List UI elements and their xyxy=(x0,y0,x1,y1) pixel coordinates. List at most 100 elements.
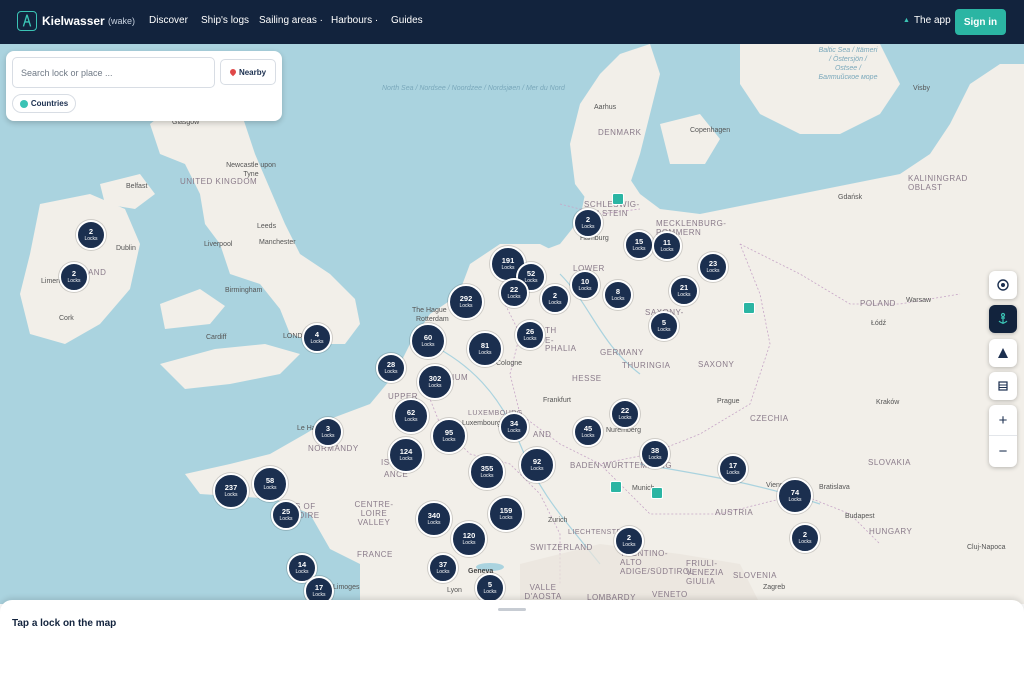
cluster-unit: Locks xyxy=(67,277,81,284)
country-label: SAXONY xyxy=(698,360,735,369)
lock-cluster[interactable]: 25 Locks xyxy=(271,500,301,530)
lock-cluster[interactable]: 340 Locks xyxy=(416,501,452,537)
cluster-unit: Locks xyxy=(648,454,662,461)
nearby-button[interactable]: Nearby xyxy=(220,59,276,85)
compass-logo-icon[interactable] xyxy=(17,11,37,31)
zoom-out-button[interactable]: − xyxy=(989,436,1017,467)
cluster-unit: Locks xyxy=(295,568,309,575)
lock-cluster[interactable]: 17 Locks xyxy=(718,454,748,484)
nav-harbours[interactable]: Harbours · xyxy=(331,15,378,26)
cluster-unit: Locks xyxy=(321,432,335,439)
lock-cluster[interactable]: 38 Locks xyxy=(640,439,670,469)
sheet-drag-handle[interactable] xyxy=(498,608,526,611)
city-label: Zagreb xyxy=(763,584,786,591)
lock-cluster[interactable]: 26 Locks xyxy=(515,320,545,350)
lock-cluster[interactable]: 22 Locks xyxy=(499,278,529,308)
search-input[interactable] xyxy=(12,57,215,88)
lock-cluster[interactable]: 74 Locks xyxy=(777,478,813,514)
city-label: Zurich xyxy=(548,517,568,524)
country-label: AUSTRIA xyxy=(715,508,754,517)
lock-cluster[interactable]: 22 Locks xyxy=(610,399,640,429)
lock-cluster[interactable]: 292 Locks xyxy=(448,284,484,320)
single-lock-marker[interactable] xyxy=(612,193,624,205)
city-label: Cork xyxy=(59,315,74,322)
city-label: Leeds xyxy=(257,223,277,230)
cluster-count: 120 xyxy=(462,531,476,541)
lock-cluster[interactable]: 37 Locks xyxy=(428,553,458,583)
lock-cluster[interactable]: 95 Locks xyxy=(431,418,467,454)
cluster-count: 25 xyxy=(281,507,291,517)
cluster-unit: Locks xyxy=(677,291,691,298)
lock-cluster[interactable]: 58 Locks xyxy=(252,466,288,502)
lock-cluster[interactable]: 120 Locks xyxy=(451,521,487,557)
app-link[interactable]: ▲ The app xyxy=(903,15,951,26)
cluster-unit: Locks xyxy=(404,416,418,423)
lock-cluster[interactable]: 2 Locks xyxy=(59,262,89,292)
lock-cluster[interactable]: 60 Locks xyxy=(410,323,446,359)
lock-cluster[interactable]: 8 Locks xyxy=(603,280,633,310)
nav-discover[interactable]: Discover xyxy=(149,15,188,26)
city-label: Łódź xyxy=(871,320,887,327)
cluster-unit: Locks xyxy=(436,568,450,575)
single-lock-marker[interactable] xyxy=(743,302,755,314)
countries-button[interactable]: Countries xyxy=(12,94,76,113)
city-label: Dublin xyxy=(116,245,136,252)
sign-in-button[interactable]: Sign in xyxy=(955,9,1006,35)
lock-cluster[interactable]: 62 Locks xyxy=(393,398,429,434)
sea-label-north: North Sea / Nordsee / Noordzee / Nordsjø… xyxy=(382,85,565,92)
nav-ships-logs[interactable]: Ship's logs xyxy=(201,15,249,26)
lock-cluster[interactable]: 124 Locks xyxy=(388,437,424,473)
lock-cluster[interactable]: 5 Locks xyxy=(649,311,679,341)
north-up-button[interactable] xyxy=(989,339,1017,367)
layers-button[interactable] xyxy=(989,372,1017,400)
single-lock-marker[interactable] xyxy=(610,481,622,493)
lock-cluster[interactable]: 2 Locks xyxy=(790,523,820,553)
cluster-unit: Locks xyxy=(224,491,238,498)
lock-cluster[interactable]: 21 Locks xyxy=(669,276,699,306)
lock-cluster[interactable]: 10 Locks xyxy=(570,270,600,300)
lock-cluster[interactable]: 3 Locks xyxy=(313,417,343,447)
single-lock-marker[interactable] xyxy=(651,487,663,499)
city-label: Gdańsk xyxy=(838,194,863,201)
cluster-unit: Locks xyxy=(478,349,492,356)
lock-cluster[interactable]: 28 Locks xyxy=(376,353,406,383)
locate-me-button[interactable] xyxy=(989,271,1017,299)
lock-cluster[interactable]: 2 Locks xyxy=(540,284,570,314)
brand-name[interactable]: Kielwasser xyxy=(42,14,105,28)
city-label: Newcastle upon Tyne xyxy=(226,162,276,178)
country-label: GERMANY xyxy=(600,348,644,357)
lock-cluster[interactable]: 2 Locks xyxy=(573,208,603,238)
lock-cluster[interactable]: 92 Locks xyxy=(519,447,555,483)
lock-cluster[interactable]: 159 Locks xyxy=(488,496,524,532)
lock-cluster[interactable]: 11 Locks xyxy=(652,231,682,261)
locks-layer-button[interactable] xyxy=(989,305,1017,333)
lock-cluster[interactable]: 2 Locks xyxy=(614,526,644,556)
cluster-count: 10 xyxy=(580,277,590,287)
cluster-count: 5 xyxy=(487,580,493,590)
cluster-unit: Locks xyxy=(581,432,595,439)
lock-cluster[interactable]: 5 Locks xyxy=(475,573,505,603)
lock-cluster[interactable]: 2 Locks xyxy=(76,220,106,250)
country-label: CZECHIA xyxy=(750,414,789,423)
cluster-unit: Locks xyxy=(501,264,515,271)
nav-guides[interactable]: Guides xyxy=(391,15,423,26)
city-label: Cluj-Napoca xyxy=(967,544,1006,551)
city-label: Frankfurt xyxy=(543,397,572,404)
lock-cluster[interactable]: 15 Locks xyxy=(624,230,654,260)
lock-cluster[interactable]: 237 Locks xyxy=(213,473,249,509)
nav-sailing-areas[interactable]: Sailing areas · xyxy=(259,15,323,26)
country-label: IUM xyxy=(452,373,469,382)
lock-cluster[interactable]: 45 Locks xyxy=(573,417,603,447)
city-label: Warsaw xyxy=(906,297,932,304)
zoom-in-button[interactable]: + xyxy=(989,405,1017,436)
lock-cluster[interactable]: 355 Locks xyxy=(469,454,505,490)
lock-cluster[interactable]: 302 Locks xyxy=(417,364,453,400)
lock-cluster[interactable]: 34 Locks xyxy=(499,412,529,442)
lock-cluster[interactable]: 23 Locks xyxy=(698,252,728,282)
map-canvas[interactable]: North Sea / Nordsee / Noordzee / Nordsjø… xyxy=(0,44,1024,604)
lock-cluster[interactable]: 4 Locks xyxy=(302,323,332,353)
countries-label: Countries xyxy=(30,99,69,108)
anchor-icon xyxy=(998,312,1008,324)
lock-cluster[interactable]: 81 Locks xyxy=(467,331,503,367)
cluster-count: 22 xyxy=(509,285,519,295)
